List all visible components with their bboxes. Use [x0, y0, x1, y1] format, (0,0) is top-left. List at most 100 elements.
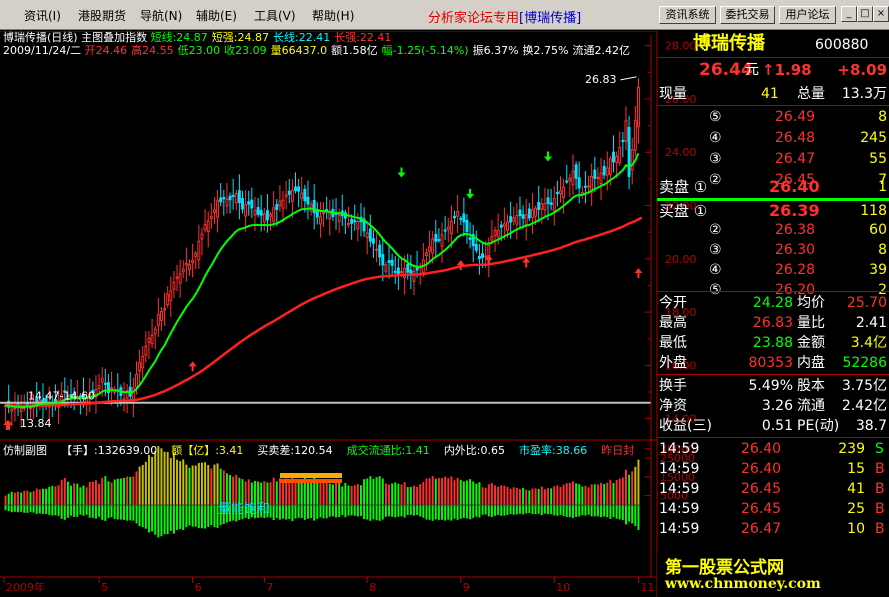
volume-bar-negative	[307, 505, 309, 519]
candle-body	[596, 176, 600, 179]
volume-bar-negative	[282, 505, 284, 519]
volume-bar	[229, 475, 231, 505]
bid-level: ②	[709, 222, 722, 238]
volume-bar	[403, 482, 406, 505]
candle-body	[371, 238, 375, 244]
candle-body	[356, 221, 360, 230]
menu-info[interactable]: 资讯(I)	[24, 7, 61, 24]
fundamental-value: 0.51	[761, 418, 793, 434]
candle-body	[381, 254, 385, 266]
volume-bar-negative	[515, 505, 518, 515]
candle-body	[318, 216, 322, 225]
ask-price: 26.47	[775, 151, 816, 167]
volume-bar	[434, 478, 437, 505]
volume-bar	[612, 483, 615, 505]
volume-bar-negative	[144, 505, 147, 529]
volume-bar-negative	[600, 505, 602, 518]
candle-body	[225, 198, 229, 207]
candle-body	[477, 255, 481, 260]
candle-body	[562, 186, 566, 198]
stats-row: 最高 26.83 量比 2.41	[657, 313, 889, 334]
volume-bar-negative	[347, 505, 350, 516]
volume-bar	[506, 486, 509, 505]
menu-assist[interactable]: 辅助(E)	[196, 7, 237, 24]
candle-body	[612, 151, 615, 163]
candle-body	[275, 204, 279, 211]
volume-bar-negative	[207, 505, 210, 527]
candle-body	[100, 378, 104, 383]
menu-help[interactable]: 帮助(H)	[312, 7, 354, 24]
volume-bar	[297, 481, 300, 505]
volume-bar-negative	[441, 505, 443, 520]
volume-bar-negative	[456, 505, 459, 520]
volume-bar	[85, 487, 88, 505]
close-button[interactable]: ×	[873, 6, 889, 22]
candle-body	[228, 195, 232, 201]
trade-button[interactable]: 委托交易	[720, 6, 775, 24]
volume-bar	[375, 477, 378, 505]
candle-body	[577, 177, 581, 189]
ask-price: 26.48	[775, 130, 816, 146]
volume-bar	[232, 476, 235, 505]
volume-bar	[176, 459, 178, 505]
volume-bar	[406, 487, 409, 505]
volume-bar	[60, 479, 63, 505]
sub-indicator-field: 昨日封	[601, 444, 635, 457]
volume-bar-negative	[166, 505, 169, 535]
stat-value: 80353	[748, 355, 793, 371]
forum-button[interactable]: 用户论坛	[779, 6, 836, 24]
volume-bar	[369, 476, 372, 505]
volume-bar	[584, 485, 587, 505]
volume-bar	[413, 485, 415, 505]
volume-bar-negative	[409, 505, 412, 515]
candle-body	[10, 408, 14, 412]
volume-bar-negative	[291, 505, 294, 522]
volume-bar	[441, 478, 443, 505]
volume-bar	[98, 483, 101, 505]
volume-bar-negative	[394, 505, 397, 518]
volume-bar	[431, 476, 434, 505]
volume-bar-negative	[478, 505, 481, 518]
candle-body	[138, 362, 142, 372]
forum-banner[interactable]: 分析家论坛专用[博瑞传播]	[428, 7, 581, 26]
menu-hk-futures[interactable]: 港股期货	[78, 7, 126, 24]
volume-bar	[556, 485, 559, 505]
candle-body	[19, 408, 23, 412]
volume-bar	[104, 476, 107, 505]
candle-body	[605, 167, 609, 176]
minimize-button[interactable]: _	[841, 6, 857, 22]
forum-stock-link[interactable]: [博瑞传播]	[519, 11, 581, 26]
volume-bar-negative	[437, 505, 440, 520]
volume-bar	[603, 483, 606, 505]
volume-bar-negative	[506, 505, 509, 515]
volume-bar-negative	[469, 505, 472, 520]
volume-bar	[148, 454, 150, 505]
volume-bar	[469, 479, 472, 505]
menu-tools[interactable]: 工具(V)	[254, 7, 296, 24]
ohlc-field: 额1.58亿	[331, 44, 378, 57]
volume-bar-negative	[366, 505, 369, 520]
volume-bar-negative	[197, 505, 200, 529]
volume-bar-negative	[294, 505, 297, 519]
volume-bar	[628, 474, 631, 505]
volume-bar-negative	[628, 505, 631, 522]
menu-navigate[interactable]: 导航(N)	[140, 7, 182, 24]
volume-bar	[456, 477, 459, 505]
candle-body	[627, 126, 631, 177]
tick-row: 14:59 26.45 41 B	[657, 479, 889, 500]
candle-body	[278, 200, 282, 207]
volume-bar-negative	[32, 505, 35, 513]
volume-bar	[590, 484, 593, 505]
sell-arrow	[466, 188, 475, 199]
volume-bar-negative	[300, 505, 303, 519]
volume-bar-negative	[447, 505, 450, 520]
volume-bar-negative	[584, 505, 587, 516]
volume-bar	[132, 476, 135, 505]
volume-bar-negative	[631, 505, 634, 524]
candle-body	[284, 194, 288, 198]
maximize-button[interactable]: □	[857, 6, 873, 22]
saturation-band	[280, 473, 342, 478]
volume-bar	[119, 478, 122, 505]
info-system-button[interactable]: 资讯系统	[659, 6, 716, 24]
volume-bar	[319, 482, 322, 505]
